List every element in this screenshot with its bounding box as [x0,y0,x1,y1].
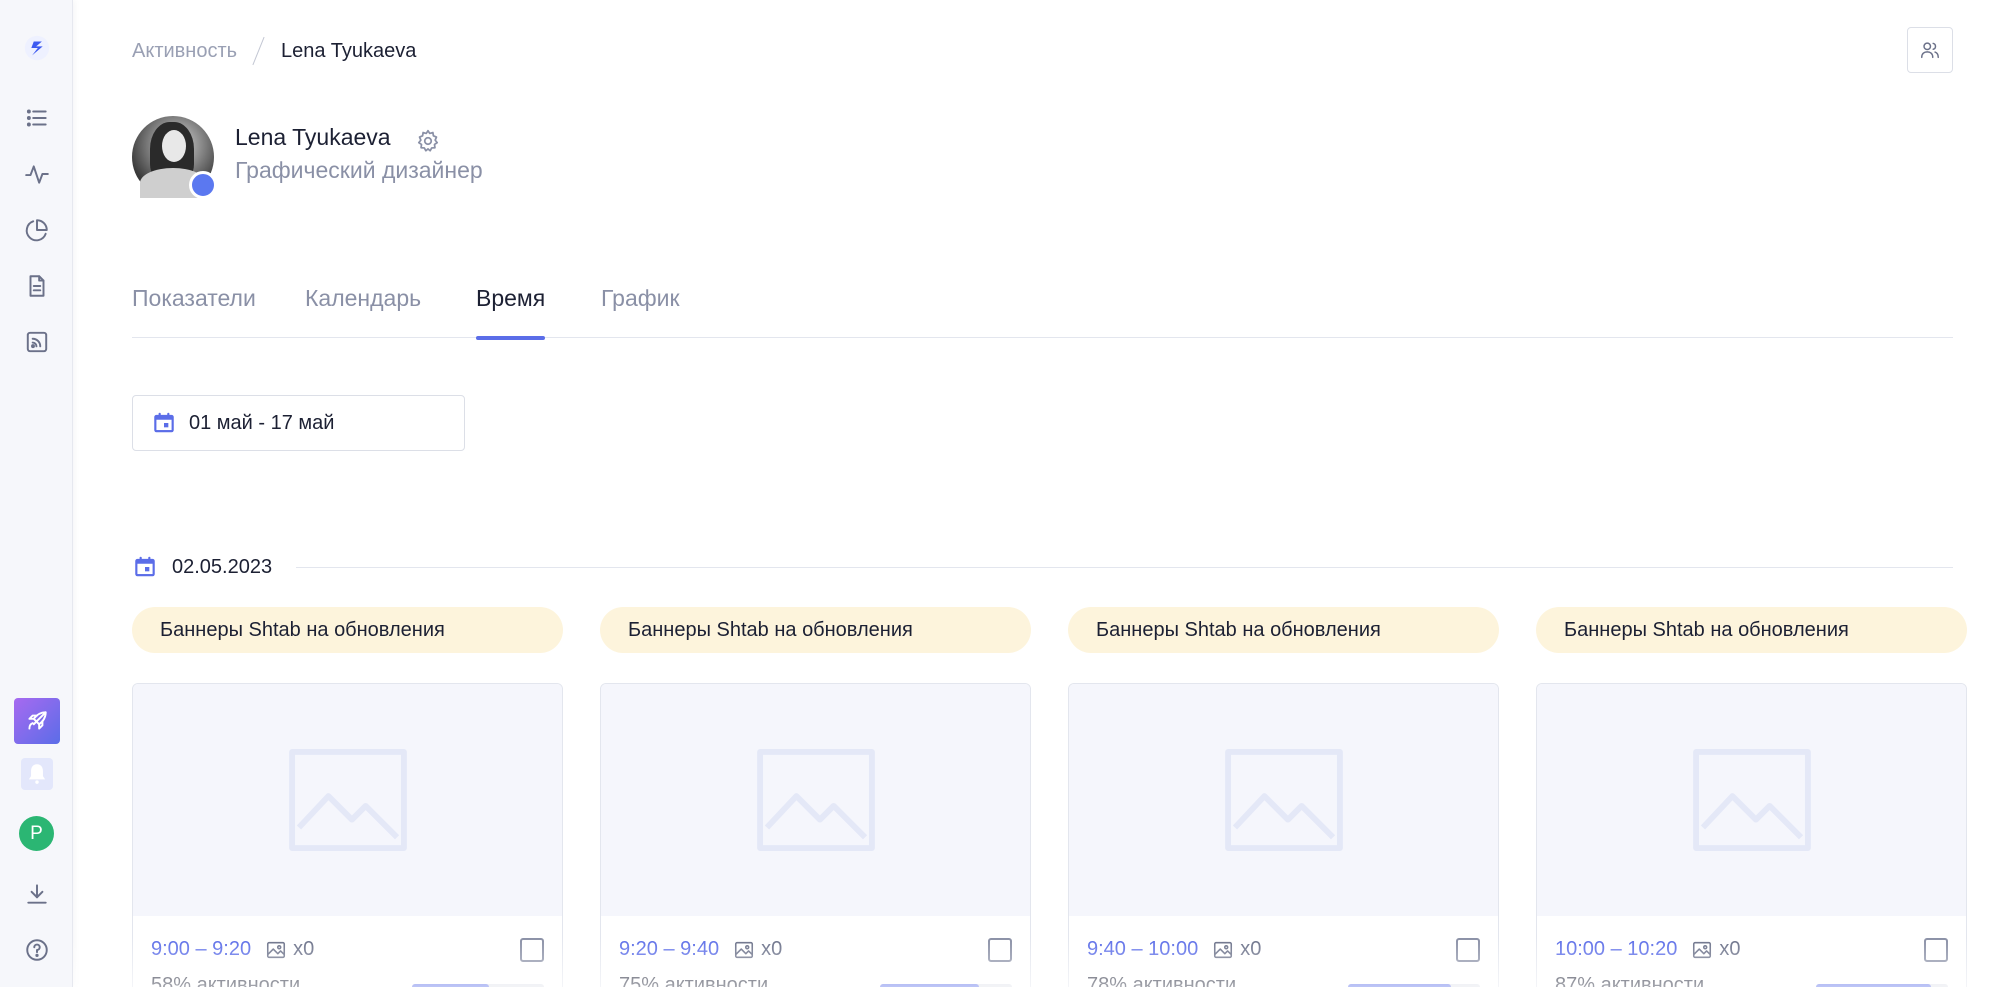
activity-label: 78% активности [1087,974,1237,987]
breadcrumb-current: Lena Tyukaeva [281,39,417,62]
users-icon [1921,42,1939,59]
bell-icon[interactable] [21,758,53,790]
date-range-picker[interactable]: 01 май - 17 май [132,395,465,451]
activity-label: 75% активности [619,974,769,987]
avatar[interactable]: P [19,816,54,851]
image-placeholder-icon [288,749,407,851]
image-placeholder-icon [1224,749,1343,851]
time-slot-column: Баннеры Shtab на обновления 9:20 – 9:40 … [600,607,1031,987]
time-slot-column: Баннеры Shtab на обновления 9:40 – 10:00… [1068,607,1499,987]
list-icon[interactable] [15,96,59,140]
screenshot-placeholder[interactable] [1537,684,1966,916]
image-icon [1693,941,1712,958]
team-button[interactable] [1907,27,1953,73]
task-label: Баннеры Shtab на обновления [132,607,563,653]
breadcrumb: Активность Lena Tyukaeva [132,36,416,66]
download-icon[interactable] [15,872,59,916]
image-placeholder-icon [1692,749,1811,851]
profile-role: Графический дизайнер [235,157,483,183]
date-range-value: 01 май - 17 май [189,411,335,434]
task-label: Баннеры Shtab на обновления [1068,607,1499,653]
main-content: Активность Lena Tyukaeva Lena Tyukaeva Г… [73,0,2000,987]
screenshot-card[interactable]: 9:20 – 9:40 x0 75% активности [600,683,1031,987]
screenshot-count: x0 [1240,938,1262,960]
select-checkbox[interactable] [1456,938,1480,962]
time-range[interactable]: 10:00 – 10:20 [1555,938,1677,961]
time-range[interactable]: 9:20 – 9:40 [619,938,719,961]
task-label: Баннеры Shtab на обновления [1536,607,1967,653]
status-indicator [189,171,217,199]
sidebar: P [0,0,73,987]
time-slot-column: Баннеры Shtab на обновления 10:00 – 10:2… [1536,607,1967,987]
activity-label: 87% активности [1555,974,1705,987]
logo-icon[interactable] [15,26,59,70]
rocket-icon[interactable] [14,698,60,744]
help-icon[interactable] [15,928,59,972]
screenshot-card[interactable]: 9:00 – 9:20 x0 58% активности [132,683,563,987]
screenshot-placeholder[interactable] [1069,684,1498,916]
image-icon [267,941,286,958]
slot-meta: 9:40 – 10:00 x0 [1087,938,1261,961]
breadcrumb-parent[interactable]: Активность [132,40,237,63]
screenshot-placeholder[interactable] [133,684,562,916]
screenshot-count: x0 [761,938,783,960]
activity-icon[interactable] [15,152,59,196]
rss-icon[interactable] [15,320,59,364]
slot-meta: 10:00 – 10:20 x0 [1555,938,1740,961]
select-checkbox[interactable] [1924,938,1948,962]
slot-meta: 9:00 – 9:20 x0 [151,938,314,961]
slot-meta: 9:20 – 9:40 x0 [619,938,782,961]
tab-calendar[interactable]: Календарь [305,285,421,338]
select-checkbox[interactable] [988,938,1012,962]
image-placeholder-icon [756,749,875,851]
task-label: Баннеры Shtab на обновления [600,607,1031,653]
day-header: 02.05.2023 [132,552,1953,582]
tab-bar: Показатели Календарь Время График [132,285,1953,340]
select-checkbox[interactable] [520,938,544,962]
time-range[interactable]: 9:00 – 9:20 [151,938,251,961]
profile-name: Lena Tyukaeva [235,124,391,150]
time-range[interactable]: 9:40 – 10:00 [1087,938,1198,961]
calendar-icon [154,412,174,433]
tab-schedule[interactable]: График [601,285,680,338]
image-icon [735,941,754,958]
breadcrumb-separator [253,36,265,66]
day-date: 02.05.2023 [172,555,273,578]
tab-time[interactable]: Время [476,285,546,340]
image-icon [1214,941,1233,958]
screenshot-count: x0 [293,938,315,960]
screenshot-placeholder[interactable] [601,684,1030,916]
calendar-icon [135,556,155,577]
divider [296,566,1953,568]
tab-indicators[interactable]: Показатели [132,285,256,338]
screenshot-count: x0 [1719,938,1741,960]
screenshot-card[interactable]: 9:40 – 10:00 x0 78% активности [1068,683,1499,987]
gear-icon[interactable] [415,128,441,154]
pie-chart-icon[interactable] [15,208,59,252]
time-slot-column: Баннеры Shtab на обновления 9:00 – 9:20 … [132,607,563,987]
document-icon[interactable] [15,264,59,308]
screenshot-card[interactable]: 10:00 – 10:20 x0 87% активности [1536,683,1967,987]
activity-label: 58% активности [151,974,301,987]
user-initial: P [30,822,43,844]
